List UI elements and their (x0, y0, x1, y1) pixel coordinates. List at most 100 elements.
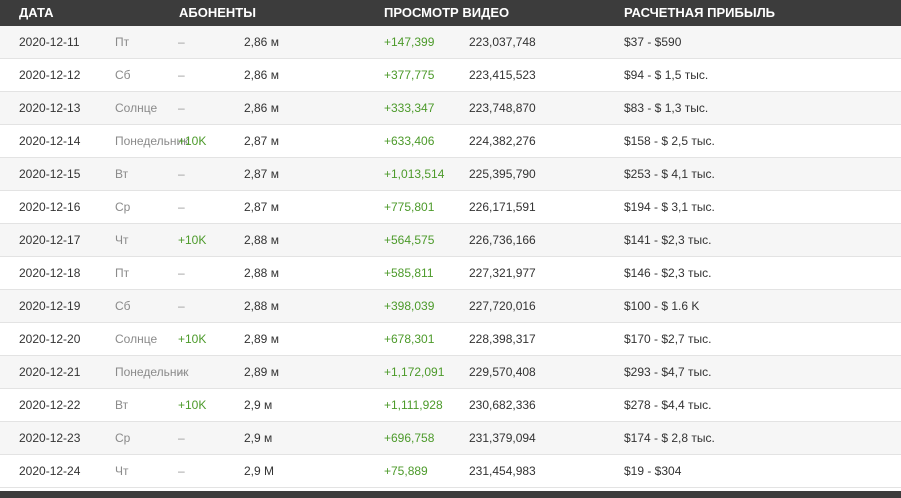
date-cell: 2020-12-17 (19, 233, 81, 247)
subscribers-cell: 2,89 м (244, 332, 279, 346)
date-cell: 2020-12-15 (19, 167, 81, 181)
table-body: 2020-12-11 Пт – 2,86 м +147,399 223,037,748 $3… (0, 26, 901, 488)
subscribers-cell: 2,86 м (244, 68, 279, 82)
earnings-cell: $83 - $ 1,3 тыс. (624, 101, 709, 115)
subscribers-cell: 2,9 м (244, 431, 273, 445)
subscribers-cell: 2,87 м (244, 134, 279, 148)
table-header: ДАТА АБОНЕНТЫ ПРОСМОТР ВИДЕО РАСЧЕТНАЯ П… (0, 0, 901, 26)
table-row: 2020-12-11 Пт – 2,86 м +147,399 223,037,748 $3… (0, 26, 901, 59)
subscriber-change-cell: – (178, 35, 185, 49)
earnings-cell: $37 - $590 (624, 35, 682, 49)
table-row: 2020-12-12 Сб – 2,86 м +377,775 223,415,523 $9… (0, 59, 901, 92)
weekday-cell: Вт (115, 398, 129, 412)
subscriber-change-cell: – (178, 464, 185, 478)
subscriber-change-cell: – (178, 167, 185, 181)
view-change-cell: +147,399 (384, 35, 435, 49)
views-cell: 225,395,790 (469, 167, 536, 181)
view-change-cell: +333,347 (384, 101, 435, 115)
weekday-cell: Ср (115, 431, 131, 445)
earnings-cell: $19 - $304 (624, 464, 682, 478)
subscriber-change-cell: – (178, 101, 185, 115)
subscribers-cell: 2,88 м (244, 299, 279, 313)
earnings-cell: $170 - $2,7 тыс. (624, 332, 712, 346)
date-cell: 2020-12-20 (19, 332, 81, 346)
view-change-cell: +1,013,514 (384, 167, 445, 181)
table-row: 2020-12-23 Ср – 2,9 м +696,758 231,379,094 $17… (0, 422, 901, 455)
earnings-cell: $100 - $ 1.6 K (624, 299, 700, 313)
table-row: 2020-12-17 Чт +10K 2,88 м +564,575 226,736,16… (0, 224, 901, 257)
header-views: ПРОСМОТР ВИДЕО (384, 5, 510, 20)
view-change-cell: +398,039 (384, 299, 435, 313)
table-row: 2020-12-15 Вт – 2,87 м +1,013,514 225,395,790… (0, 158, 901, 191)
header-date: ДАТА (19, 5, 54, 20)
date-cell: 2020-12-21 (19, 365, 81, 379)
subscribers-cell: 2,86 м (244, 35, 279, 49)
views-cell: 226,736,166 (469, 233, 536, 247)
views-cell: 227,321,977 (469, 266, 536, 280)
subscriber-change-cell: +10K (178, 134, 207, 148)
date-cell: 2020-12-16 (19, 200, 81, 214)
table-row: 2020-12-14 Понедельник +10K 2,87 м +633,406 2… (0, 125, 901, 158)
subscriber-change-cell: +10K (178, 233, 207, 247)
subscriber-change-cell: – (178, 68, 185, 82)
weekday-cell: Ср (115, 200, 131, 214)
view-change-cell: +1,172,091 (384, 365, 445, 379)
earnings-cell: $174 - $ 2,8 тыс. (624, 431, 715, 445)
subscribers-cell: 2,87 м (244, 200, 279, 214)
table-row: 2020-12-21 Понедельник –2,89 м +1,172,091 22… (0, 356, 901, 389)
weekday-cell: Сб (115, 299, 131, 313)
weekday-cell: Чт (115, 233, 129, 247)
weekday-cell: Солнце (115, 101, 158, 115)
date-cell: 2020-12-18 (19, 266, 81, 280)
table-row: 2020-12-22 Вт +10K 2,9 м +1,111,928 230,682,3… (0, 389, 901, 422)
table-row: 2020-12-20 Солнце +10K 2,89 м +678,301 228,39… (0, 323, 901, 356)
view-change-cell: +775,801 (384, 200, 435, 214)
subscriber-change-cell: – (178, 266, 185, 280)
table-row: 2020-12-13 Солнце – 2,86 м +333,347 223,748,8… (0, 92, 901, 125)
table-row: 2020-12-18 Пт – 2,88 м +585,811 227,321,977 $1… (0, 257, 901, 290)
view-change-cell: +75,889 (384, 464, 428, 478)
date-cell: 2020-12-22 (19, 398, 81, 412)
views-cell: 228,398,317 (469, 332, 536, 346)
earnings-cell: $278 - $4,4 тыс. (624, 398, 712, 412)
date-cell: 2020-12-19 (19, 299, 81, 313)
table-row: 2020-12-24 Чт – 2,9 М +75,889 231,454,983 $19 … (0, 455, 901, 488)
stats-table: ДАТА АБОНЕНТЫ ПРОСМОТР ВИДЕО РАСЧЕТНАЯ П… (0, 0, 901, 488)
earnings-cell: $158 - $ 2,5 тыс. (624, 134, 715, 148)
weekday-cell: Вт (115, 167, 129, 181)
subscriber-change-cell: – (178, 365, 185, 379)
view-change-cell: +377,775 (384, 68, 435, 82)
view-change-cell: +1,111,928 (384, 398, 443, 412)
earnings-cell: $141 - $2,3 тыс. (624, 233, 712, 247)
subscribers-cell: 2,88 м (244, 266, 279, 280)
date-cell: 2020-12-11 (19, 35, 80, 49)
earnings-cell: $253 - $ 4,1 тыс. (624, 167, 715, 181)
view-change-cell: +564,575 (384, 233, 435, 247)
subscriber-change-cell: – (178, 299, 185, 313)
views-cell: 226,171,591 (469, 200, 536, 214)
views-cell: 229,570,408 (469, 365, 536, 379)
views-cell: 227,720,016 (469, 299, 536, 313)
subscribers-cell: 2,86 м (244, 101, 279, 115)
view-change-cell: +678,301 (384, 332, 435, 346)
earnings-cell: $146 - $2,3 тыс. (624, 266, 712, 280)
views-cell: 223,748,870 (469, 101, 536, 115)
subscribers-cell: 2,88 м (244, 233, 279, 247)
subscribers-cell: 2,9 м (244, 398, 273, 412)
weekday-cell: Пт (115, 266, 130, 280)
views-cell: 231,454,983 (469, 464, 536, 478)
date-cell: 2020-12-23 (19, 431, 81, 445)
subscriber-change-cell: +10K (178, 332, 207, 346)
views-cell: 224,382,276 (469, 134, 536, 148)
weekday-cell: Пт (115, 35, 130, 49)
weekday-cell: Сб (115, 68, 131, 82)
views-cell: 223,037,748 (469, 35, 536, 49)
header-subscribers: АБОНЕНТЫ (179, 5, 256, 20)
bottom-bar (0, 491, 901, 498)
date-cell: 2020-12-14 (19, 134, 81, 148)
weekday-cell: Чт (115, 464, 129, 478)
view-change-cell: +696,758 (384, 431, 435, 445)
subscriber-change-cell: – (178, 200, 185, 214)
views-cell: 230,682,336 (469, 398, 536, 412)
views-cell: 223,415,523 (469, 68, 536, 82)
